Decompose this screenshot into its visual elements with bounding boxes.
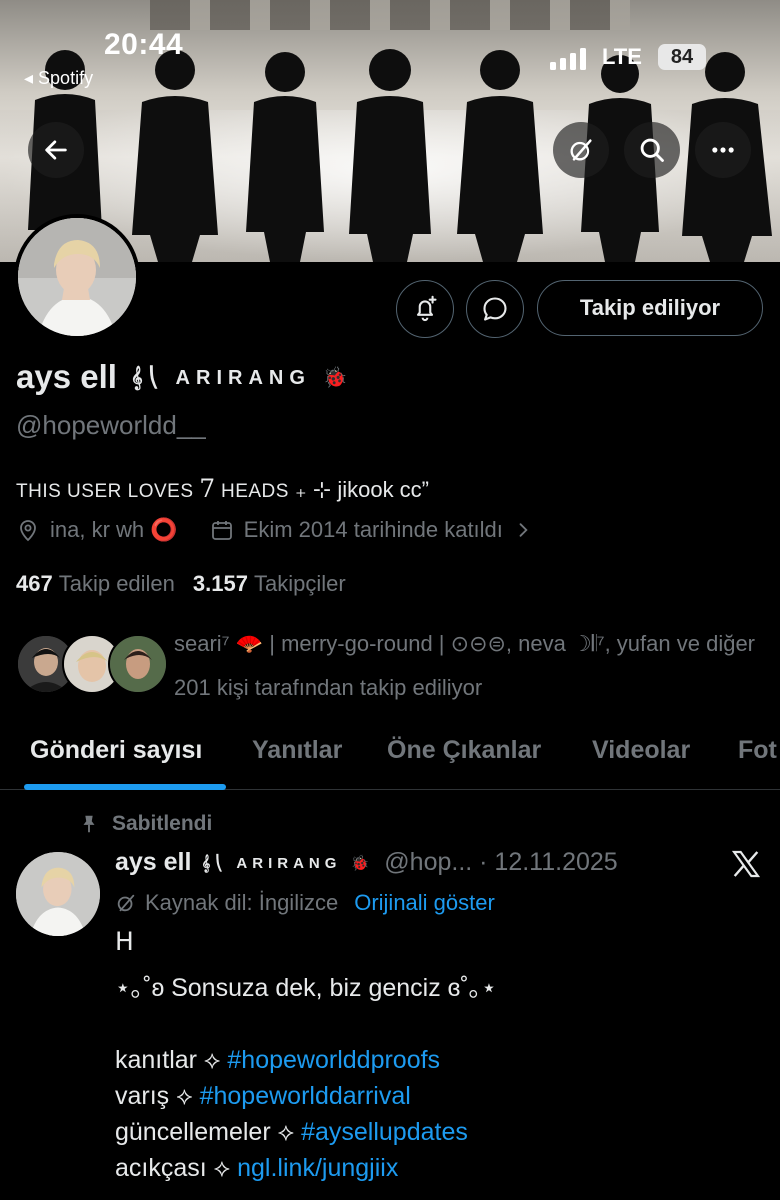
post-spacer bbox=[115, 1006, 765, 1042]
bio-seven: 7 bbox=[199, 474, 216, 503]
row-label: acıkçası ⟡ bbox=[115, 1154, 238, 1182]
profile-handle: @hopeworldd__ bbox=[16, 410, 206, 440]
post-author-name[interactable]: ays ell bbox=[115, 848, 191, 877]
status-time: 20:44 bbox=[104, 28, 184, 61]
search-button[interactable] bbox=[624, 122, 680, 178]
row-label: güncellemeler ⟡ bbox=[115, 1118, 302, 1146]
following-label: Takip edilen bbox=[58, 571, 175, 596]
post-avatar-photo bbox=[16, 852, 100, 936]
bio-part-1: THIS USER LOVES bbox=[16, 481, 200, 502]
hashtag-link[interactable]: #hopeworlddproofs bbox=[227, 1046, 440, 1074]
bio-part-2: HEADS bbox=[215, 481, 289, 502]
translation-row: Kaynak dil: İngilizce Orijinali göster bbox=[115, 890, 495, 916]
follower-avatar bbox=[108, 634, 168, 694]
pin-icon bbox=[83, 815, 95, 833]
post-row: güncellemeler ⟡ #aysellupdates bbox=[115, 1114, 765, 1150]
back-to-app-link[interactable]: ◂ Spotify bbox=[24, 68, 93, 89]
profile-tabs: Gönderi sayısı Yanıtlar Öne Çıkanlar Vid… bbox=[0, 722, 780, 790]
back-button[interactable] bbox=[28, 122, 84, 178]
bio-part-3: ₊ ⊹ jikook cc” bbox=[288, 477, 430, 502]
pinned-label: Sabitlendi bbox=[78, 812, 212, 836]
grok-button[interactable] bbox=[553, 122, 609, 178]
calendar-icon bbox=[211, 521, 232, 540]
hashtag-link[interactable]: #hopeworlddarrival bbox=[200, 1082, 411, 1110]
bell-plus-icon bbox=[416, 295, 437, 322]
display-name: ays ell bbox=[16, 358, 117, 395]
row-label: kanıtlar ⟡ bbox=[115, 1046, 228, 1074]
translate-icon bbox=[117, 894, 135, 912]
tab-videos[interactable]: Videolar bbox=[592, 736, 690, 765]
more-icon bbox=[712, 147, 734, 153]
more-button[interactable] bbox=[695, 122, 751, 178]
post-author-extra: 𝄞⎝ ARIRANG 🐞 bbox=[201, 854, 375, 872]
row-label: varış ⟡ bbox=[115, 1082, 200, 1110]
followed-by-text: seari⁷ 🪭 | merry-go-round | ⊙⊝⊜, neva ☽𝄃… bbox=[174, 631, 756, 700]
following-count: 467 bbox=[16, 571, 53, 596]
profile-name-row: ays ell 𝄞⎝ ARIRANG 🐞 bbox=[16, 358, 353, 396]
source-language: Kaynak dil: İngilizce bbox=[145, 890, 339, 915]
profile-location: ina, kr wh ⭕ bbox=[50, 517, 178, 542]
pinned-text: Sabitlendi bbox=[112, 812, 213, 835]
x-logo-icon bbox=[731, 850, 761, 878]
show-original-link[interactable]: Orijinali göster bbox=[354, 890, 495, 916]
chevron-right-icon[interactable] bbox=[513, 520, 533, 540]
profile-meta: ina, kr wh ⭕ Ekim 2014 tarihinde katıldı bbox=[16, 517, 533, 543]
profile-avatar[interactable] bbox=[14, 214, 140, 340]
tab-replies[interactable]: Yanıtlar bbox=[252, 736, 342, 765]
followers-link[interactable]: 3.157 Takipçiler bbox=[193, 571, 346, 597]
post-row: kanıtlar ⟡ #hopeworlddproofs bbox=[115, 1042, 765, 1078]
hashtag-link[interactable]: #aysellupdates bbox=[301, 1118, 468, 1146]
profile-joined: Ekim 2014 tarihinde katıldı bbox=[243, 517, 503, 542]
post-row: varış ⟡ #hopeworlddarrival bbox=[115, 1078, 765, 1114]
tab-posts[interactable]: Gönderi sayısı bbox=[30, 736, 202, 765]
post-body: ᕼ ⋆｡˚ʚ Sonsuza dek, biz genciz ɞ˚｡⋆ kanı… bbox=[115, 924, 765, 1186]
tab-highlights[interactable]: Öne Çıkanlar bbox=[387, 736, 541, 765]
battery-indicator: 84 bbox=[658, 44, 706, 70]
search-icon bbox=[640, 138, 664, 162]
post-line-tagline: ⋆｡˚ʚ Sonsuza dek, biz genciz ɞ˚｡⋆ bbox=[115, 974, 497, 1002]
avatar-photo bbox=[18, 218, 136, 336]
status-bar: 20:44 ◂ Spotify LTE 84 bbox=[0, 26, 780, 89]
profile-stats: 467 Takip edilen 3.157 Takipçiler bbox=[16, 571, 346, 597]
notifications-button[interactable] bbox=[396, 280, 454, 338]
post-avatar[interactable] bbox=[16, 852, 100, 936]
external-link[interactable]: ngl.link/jungjiix bbox=[237, 1154, 398, 1182]
location-icon bbox=[20, 520, 36, 542]
following-button[interactable]: Takip ediliyor bbox=[537, 280, 763, 336]
post-header: ays ell 𝄞⎝ ARIRANG 🐞 @hop... · 12.11.202… bbox=[115, 848, 618, 877]
follower-photo bbox=[110, 636, 166, 692]
post-row: acıkçası ⟡ ngl.link/jungjiix bbox=[115, 1150, 765, 1186]
grok-icon bbox=[570, 139, 592, 161]
chat-bubble-icon bbox=[483, 297, 507, 321]
signal-icon bbox=[550, 48, 586, 70]
network-label: LTE bbox=[602, 44, 642, 69]
arrow-left-icon bbox=[45, 140, 67, 160]
followers-count: 3.157 bbox=[192, 571, 248, 596]
post-handle-date[interactable]: @hop... · 12.11.2025 bbox=[384, 848, 617, 877]
display-name-extra: 𝄞⎝ ARIRANG 🐞 bbox=[130, 366, 354, 389]
active-tab-indicator bbox=[24, 784, 226, 790]
followers-label: Takipçiler bbox=[253, 571, 346, 596]
message-button[interactable] bbox=[466, 280, 524, 338]
profile-bio: THIS USER LOVES 7 HEADS ₊ ⊹ jikook cc” bbox=[16, 474, 429, 503]
tab-photos[interactable]: Fot bbox=[738, 736, 777, 765]
post-line-symbol: ᕼ bbox=[115, 928, 134, 956]
following-link[interactable]: 467 Takip edilen bbox=[16, 571, 175, 597]
